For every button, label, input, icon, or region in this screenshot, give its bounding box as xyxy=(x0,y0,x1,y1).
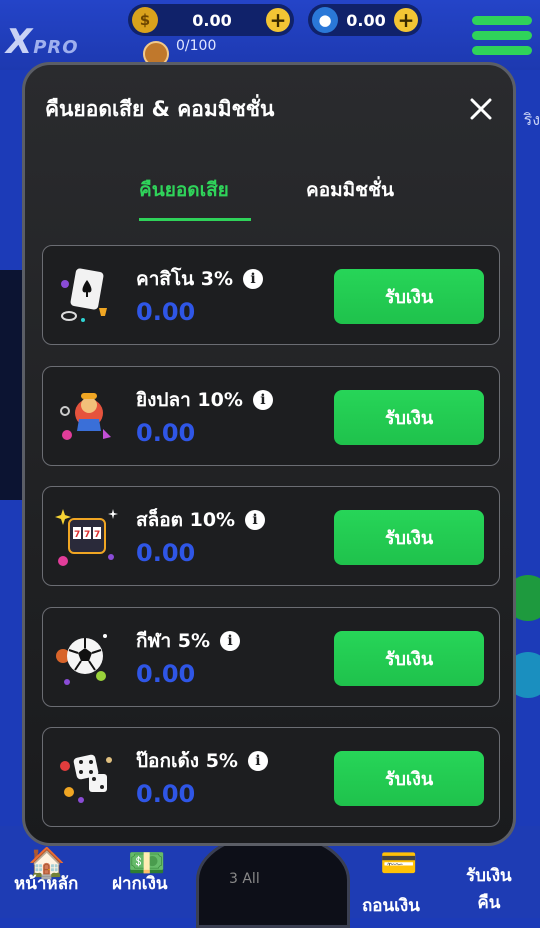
info-icon[interactable]: i xyxy=(245,510,266,530)
level-progress: 0/100 xyxy=(176,38,217,54)
withdraw-icon: 💳 xyxy=(380,846,418,881)
claim-button-pokdeng[interactable]: รับเงิน xyxy=(334,751,484,806)
menu-icon[interactable] xyxy=(472,16,532,61)
claim-button-casino[interactable]: รับเงิน xyxy=(334,269,484,324)
card-name-fishing-text: ยิงปลา 10% xyxy=(136,389,243,411)
info-icon[interactable]: i xyxy=(220,631,241,651)
nav-withdraw[interactable]: ถอนเงิน xyxy=(362,892,420,919)
slot-machine-icon: 7 7 7 xyxy=(55,509,118,566)
svg-text:7: 7 xyxy=(94,530,100,540)
cashback-card-fishing: ยิงปลา 10% i 0.00 รับเงิน xyxy=(42,366,500,466)
cashback-card-casino: คาสิโน 3% i 0.00 รับเงิน xyxy=(42,245,500,345)
right-side-text: ริง xyxy=(523,110,540,129)
card-name-casino: คาสิโน 3% i xyxy=(136,264,264,294)
modal-title: คืนยอดเสีย & คอมมิชชั่น xyxy=(45,97,275,121)
casino-card-icon xyxy=(61,268,107,322)
card-name-pokdeng: ป๊อกเด้ง 5% i xyxy=(136,746,268,776)
card-name-sport: กีฬา 5% i xyxy=(136,626,241,656)
svg-text:7: 7 xyxy=(74,530,80,540)
claim-button-slot[interactable]: รับเงิน xyxy=(334,510,484,565)
tab-commission[interactable]: คอมมิชชั่น xyxy=(306,175,394,205)
center-nav-label: 3 All xyxy=(229,871,260,887)
active-tab-indicator xyxy=(139,218,251,221)
soccer-ball-icon xyxy=(56,634,107,685)
card-amount-pokdeng: 0.00 xyxy=(136,780,196,808)
brand-logo: XPRO xyxy=(6,22,79,62)
card-name-sport-text: กีฬา 5% xyxy=(136,630,211,652)
card-name-slot: สล็อต 10% i xyxy=(136,505,266,535)
info-icon[interactable]: i xyxy=(247,751,268,771)
card-name-fishing: ยิงปลา 10% i xyxy=(136,385,273,415)
cashback-commission-modal: คืนยอดเสีย & คอมมิชชั่น คืนยอดเสีย คอมมิ… xyxy=(22,62,516,846)
add-coin-button[interactable]: + xyxy=(266,8,290,32)
card-name-pokdeng-text: ป๊อกเด้ง 5% xyxy=(136,750,238,772)
cashback-card-slot: 7 7 7 สล็อต 10% i 0.00 รับเงิน xyxy=(42,486,500,586)
svg-text:7: 7 xyxy=(84,530,90,540)
globe-icon: ● xyxy=(312,7,338,33)
dice-icon xyxy=(60,754,112,803)
cashback-card-sport: กีฬา 5% i 0.00 รับเงิน xyxy=(42,607,500,707)
claim-button-fishing[interactable]: รับเงิน xyxy=(334,390,484,445)
card-amount-slot: 0.00 xyxy=(136,539,196,567)
center-nav-button[interactable]: 3 All xyxy=(196,832,350,928)
card-amount-sport: 0.00 xyxy=(136,660,196,688)
fishing-icon xyxy=(60,393,111,440)
gem-balance-pill: ● 0.00 + xyxy=(308,4,422,36)
info-icon[interactable]: i xyxy=(243,269,264,289)
card-amount-fishing: 0.00 xyxy=(136,419,196,447)
tab-cashback[interactable]: คืนยอดเสีย xyxy=(139,175,229,205)
add-gem-button[interactable]: + xyxy=(394,8,418,32)
nav-receive-line2: คืน xyxy=(477,893,501,913)
coin-balance-pill: $ 0.00 + xyxy=(128,4,294,36)
coin-balance: 0.00 xyxy=(192,10,232,30)
gem-balance: 0.00 xyxy=(346,10,386,30)
nav-deposit[interactable]: ฝากเงิน xyxy=(112,870,168,897)
nav-receive[interactable]: รับเงิน คืน xyxy=(466,862,512,916)
claim-button-sport[interactable]: รับเงิน xyxy=(334,631,484,686)
left-side-panel xyxy=(0,270,22,500)
nav-home[interactable]: หน้าหลัก xyxy=(14,870,78,897)
card-amount-casino: 0.00 xyxy=(136,298,196,326)
card-name-casino-text: คาสิโน 3% xyxy=(136,268,234,290)
card-name-slot-text: สล็อต 10% xyxy=(136,509,236,531)
coin-icon: $ xyxy=(132,7,158,33)
cashback-card-pokdeng: ป๊อกเด้ง 5% i 0.00 รับเงิน xyxy=(42,727,500,827)
nav-receive-line1: รับเงิน xyxy=(466,866,512,886)
close-icon[interactable] xyxy=(465,93,497,125)
info-icon[interactable]: i xyxy=(252,390,273,410)
